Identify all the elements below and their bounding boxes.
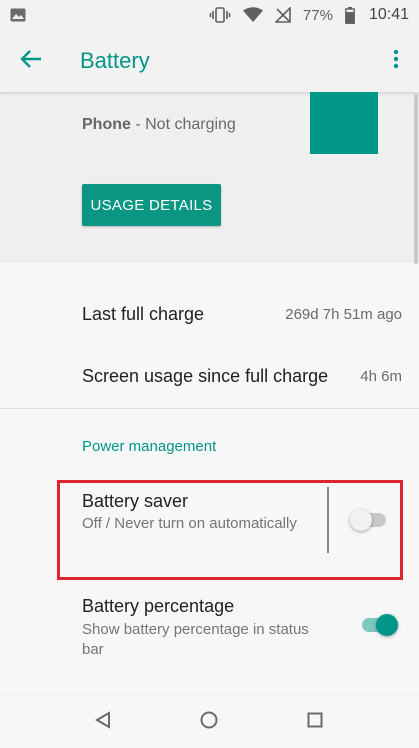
more-vert-icon bbox=[393, 49, 399, 74]
nav-back-button[interactable] bbox=[73, 695, 133, 748]
image-icon bbox=[10, 8, 26, 22]
battery-percent: 77% bbox=[302, 6, 333, 24]
back-triangle-icon bbox=[94, 710, 112, 734]
battery-percentage-switch[interactable] bbox=[358, 613, 398, 637]
nav-recents-button[interactable] bbox=[285, 695, 345, 748]
battery-graph-block bbox=[310, 92, 378, 154]
battery-percentage-title: Battery percentage bbox=[82, 596, 235, 616]
navigation-bar bbox=[0, 694, 419, 748]
vibrate-icon bbox=[209, 7, 231, 23]
stat-value: 269d 7h 51m ago bbox=[285, 305, 402, 323]
status-bar: 77% 10:41 bbox=[0, 0, 419, 30]
scrollbar[interactable] bbox=[414, 94, 418, 264]
wifi-icon bbox=[242, 7, 263, 23]
battery-percentage-subtitle: Show battery percentage in status bar bbox=[82, 621, 309, 658]
page-title: Battery bbox=[80, 48, 150, 73]
stat-label: Screen usage since full charge bbox=[82, 365, 329, 386]
clock: 10:41 bbox=[368, 6, 409, 23]
list-item-screen-usage[interactable]: Screen usage since full charge 4h 6m bbox=[0, 350, 419, 402]
highlight-box bbox=[57, 480, 403, 580]
section-divider bbox=[0, 408, 419, 409]
no-signal-icon bbox=[274, 7, 291, 23]
stat-label: Last full charge bbox=[82, 303, 205, 324]
recents-square-icon bbox=[307, 712, 323, 733]
device-name: Phone bbox=[82, 116, 131, 133]
list-item-last-full-charge[interactable]: Last full charge 269d 7h 51m ago bbox=[0, 288, 419, 340]
battery-percentage-row[interactable]: Battery percentage Show battery percenta… bbox=[0, 590, 419, 670]
device-status-line: Phone - Not charging bbox=[82, 116, 236, 134]
usage-details-button[interactable]: USAGE DETAILS bbox=[82, 184, 221, 226]
home-circle-icon bbox=[200, 711, 218, 734]
back-button[interactable] bbox=[0, 30, 62, 92]
app-bar: Battery bbox=[0, 30, 419, 92]
switch-thumb bbox=[376, 614, 398, 636]
section-title-power-management: Power management bbox=[82, 438, 217, 455]
nav-home-button[interactable] bbox=[179, 695, 239, 748]
overflow-menu-button[interactable] bbox=[373, 30, 419, 92]
arrow-left-icon bbox=[20, 49, 42, 74]
stat-value: 4h 6m bbox=[360, 367, 402, 385]
device-status: - Not charging bbox=[130, 116, 236, 133]
battery-icon bbox=[345, 6, 355, 24]
